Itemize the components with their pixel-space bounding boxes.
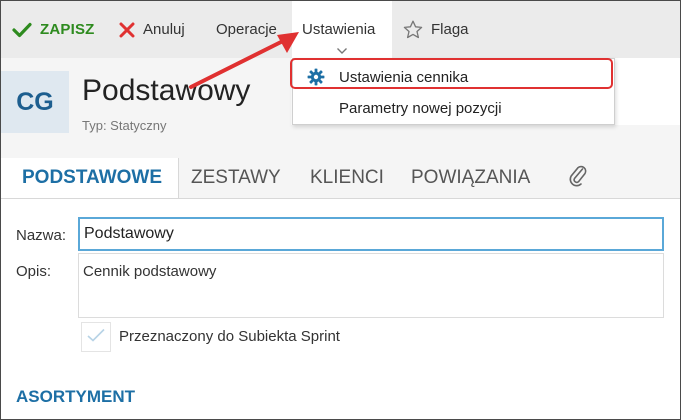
operations-menu-button[interactable]: Operacje bbox=[216, 1, 277, 58]
gear-icon bbox=[293, 68, 339, 86]
tab-powiazania[interactable]: POWIĄZANIA bbox=[411, 158, 530, 198]
check-icon bbox=[86, 327, 106, 348]
menu-item-new-item-parameters[interactable]: Parametry nowej pozycji bbox=[293, 93, 614, 123]
header-background bbox=[291, 125, 680, 158]
window: ZAPISZ Anuluj Operacje Ustawienia Flaga … bbox=[0, 0, 681, 420]
tab-zestawy[interactable]: ZESTAWY bbox=[191, 158, 281, 198]
name-label: Nazwa: bbox=[16, 227, 67, 244]
tab-podstawowe[interactable]: PODSTAWOWE bbox=[1, 158, 179, 198]
settings-label: Ustawienia bbox=[302, 21, 376, 38]
description-label: Opis: bbox=[16, 263, 52, 280]
section-title: ASORTYMENT bbox=[16, 387, 135, 406]
sprint-checkbox-label: Przeznaczony do Subiekta Sprint bbox=[119, 328, 340, 345]
description-textarea[interactable]: Cennik podstawowy bbox=[78, 253, 664, 318]
name-input[interactable]: Podstawowy bbox=[78, 217, 664, 251]
tab-bar: PODSTAWOWE ZESTAWY KLIENCI POWIĄZANIA bbox=[1, 158, 680, 199]
flag-button[interactable]: Flaga bbox=[403, 1, 469, 58]
save-button[interactable]: ZAPISZ bbox=[12, 1, 95, 58]
cancel-button[interactable]: Anuluj bbox=[119, 1, 185, 58]
save-label: ZAPISZ bbox=[40, 21, 95, 38]
avatar: CG bbox=[1, 71, 69, 133]
cancel-label: Anuluj bbox=[143, 21, 185, 38]
menu-item-label: Ustawienia cennika bbox=[339, 68, 469, 86]
paperclip-icon bbox=[568, 163, 588, 193]
close-icon bbox=[119, 22, 135, 38]
menu-item-price-list-settings[interactable]: Ustawienia cennika bbox=[293, 62, 614, 92]
tab-klienci[interactable]: KLIENCI bbox=[310, 158, 384, 198]
tab-attachments[interactable] bbox=[568, 158, 588, 198]
page-title: Podstawowy bbox=[82, 74, 251, 107]
checkmark-icon bbox=[12, 22, 32, 38]
menu-item-label: Parametry nowej pozycji bbox=[339, 99, 502, 117]
flag-label: Flaga bbox=[431, 21, 469, 38]
page-subtitle: Typ: Statyczny bbox=[82, 118, 167, 133]
star-icon bbox=[403, 20, 423, 39]
settings-dropdown-menu: Ustawienia cennika Parametry nowej pozyc… bbox=[292, 58, 615, 125]
sprint-checkbox[interactable] bbox=[81, 322, 111, 352]
toolbar: ZAPISZ Anuluj Operacje Ustawienia Flaga bbox=[1, 1, 680, 58]
operations-label: Operacje bbox=[216, 21, 277, 38]
